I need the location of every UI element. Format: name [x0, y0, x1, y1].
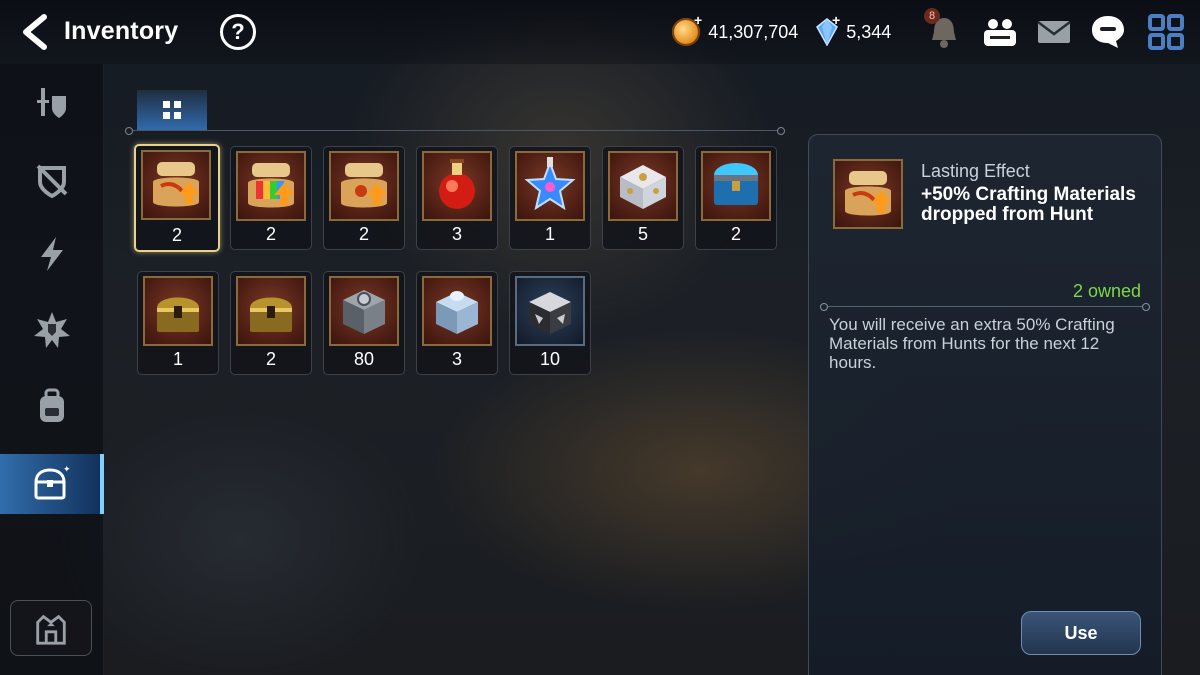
category-sidebar: ✦ — [0, 64, 104, 675]
item-count: 1 — [544, 224, 555, 244]
back-arrow-icon[interactable] — [18, 14, 52, 50]
castle-home-icon — [36, 614, 66, 645]
item-thumbnail — [515, 151, 585, 221]
item-thumbnail — [236, 276, 306, 346]
plus-icon: + — [694, 12, 703, 28]
item-thumbnail — [143, 276, 213, 346]
item-slot[interactable]: 5 — [602, 146, 684, 250]
sidebar-item-special[interactable] — [0, 300, 104, 360]
scroll-icon — [845, 171, 891, 216]
rainbow-scroll-icon — [248, 163, 294, 208]
gear-equipment-icon — [37, 88, 66, 118]
item-count: 2 — [265, 224, 276, 244]
item-thumbnail — [236, 151, 306, 221]
item-thumbnail — [422, 276, 492, 346]
top-bar: Inventory ? + 41,307,704 + 5,344 8 — [0, 0, 1200, 64]
item-count: 2 — [358, 224, 369, 244]
steel-box-icon — [343, 290, 385, 334]
item-slot[interactable]: 1 — [137, 271, 219, 375]
gold-chest-icon — [250, 297, 292, 332]
item-slot[interactable]: 2 — [230, 271, 312, 375]
owned-count: 2 owned — [1072, 281, 1141, 301]
item-slot[interactable]: 1 — [509, 146, 591, 250]
item-slot[interactable]: 10 — [509, 271, 591, 375]
sidebar-item-equipment[interactable] — [0, 74, 104, 134]
item-name: +50% Crafting Materials dropped from Hun… — [921, 184, 1136, 225]
blue-chest-icon — [714, 163, 758, 205]
tab-divider — [125, 127, 785, 135]
item-count: 1 — [172, 349, 183, 369]
item-count: 2 — [265, 349, 276, 369]
grid-menu-icon[interactable] — [1146, 12, 1186, 52]
item-count: 3 — [451, 349, 462, 369]
item-description: You will receive an extra 50% Crafting M… — [829, 315, 1115, 372]
item-count: 2 — [171, 225, 182, 245]
mail-icon[interactable] — [1034, 12, 1074, 52]
item-slot[interactable]: 2 — [695, 146, 777, 250]
friends-icon[interactable] — [980, 12, 1020, 52]
item-detail-panel: Lasting Effect +50% Crafting Materials d… — [808, 134, 1162, 675]
sidebar-item-unequipped[interactable] — [0, 150, 104, 210]
gold-amount: 41,307,704 — [708, 21, 799, 42]
item-slot[interactable]: 3 — [416, 146, 498, 250]
shield-off-icon — [36, 164, 68, 199]
detail-item-thumbnail — [833, 159, 903, 229]
silver-chest-icon — [620, 165, 666, 209]
grid-icon — [163, 101, 181, 119]
backpack-icon — [40, 388, 64, 422]
notification-badge: 8 — [924, 8, 940, 24]
svg-text:✦: ✦ — [63, 465, 70, 475]
ice-box-icon — [436, 291, 478, 334]
detail-divider — [820, 303, 1150, 311]
sidebar-item-boosts[interactable] — [0, 224, 104, 284]
castle-home-button[interactable] — [10, 600, 92, 656]
item-thumbnail — [608, 151, 678, 221]
gold-chest-icon — [157, 297, 199, 332]
gem-currency[interactable]: + 5,344 — [816, 12, 892, 48]
tab-all-items[interactable] — [137, 90, 207, 130]
sidebar-item-materials[interactable] — [0, 376, 104, 436]
plus-icon: + — [832, 12, 841, 28]
item-count: 5 — [637, 224, 648, 244]
item-count: 2 — [730, 224, 741, 244]
item-type: Lasting Effect — [921, 161, 1030, 181]
item-thumbnail — [701, 151, 771, 221]
black-silver-box-icon — [529, 292, 571, 334]
item-thumbnail — [515, 276, 585, 346]
item-slot[interactable]: 3 — [416, 271, 498, 375]
lightning-icon — [41, 237, 63, 271]
item-thumbnail — [422, 151, 492, 221]
item-count: 3 — [451, 224, 462, 244]
red-potion-icon — [439, 159, 475, 209]
help-icon[interactable]: ? — [220, 14, 256, 50]
gem-amount: 5,344 — [846, 21, 892, 42]
item-thumbnail — [329, 276, 399, 346]
star-potion-icon — [524, 157, 576, 211]
gold-currency[interactable]: + 41,307,704 — [672, 12, 799, 48]
item-slot[interactable]: 2 — [230, 146, 312, 250]
item-thumbnail — [329, 151, 399, 221]
use-button[interactable]: Use — [1021, 611, 1141, 655]
sidebar-item-consumables[interactable]: ✦ — [0, 454, 104, 514]
item-slot[interactable]: 2 — [323, 146, 405, 250]
scroll-icon — [153, 162, 199, 207]
item-slot[interactable]: 80 — [323, 271, 405, 375]
item-count: 10 — [539, 349, 561, 369]
burst-shield-icon — [34, 312, 70, 348]
item-slot[interactable]: 2 — [134, 144, 220, 252]
item-count: 80 — [353, 349, 375, 369]
page-title: Inventory — [64, 17, 179, 45]
treasure-chest-icon: ✦ — [34, 465, 70, 500]
item-thumbnail — [141, 150, 211, 220]
scroll-icon — [341, 163, 387, 208]
chat-icon[interactable] — [1088, 12, 1128, 52]
